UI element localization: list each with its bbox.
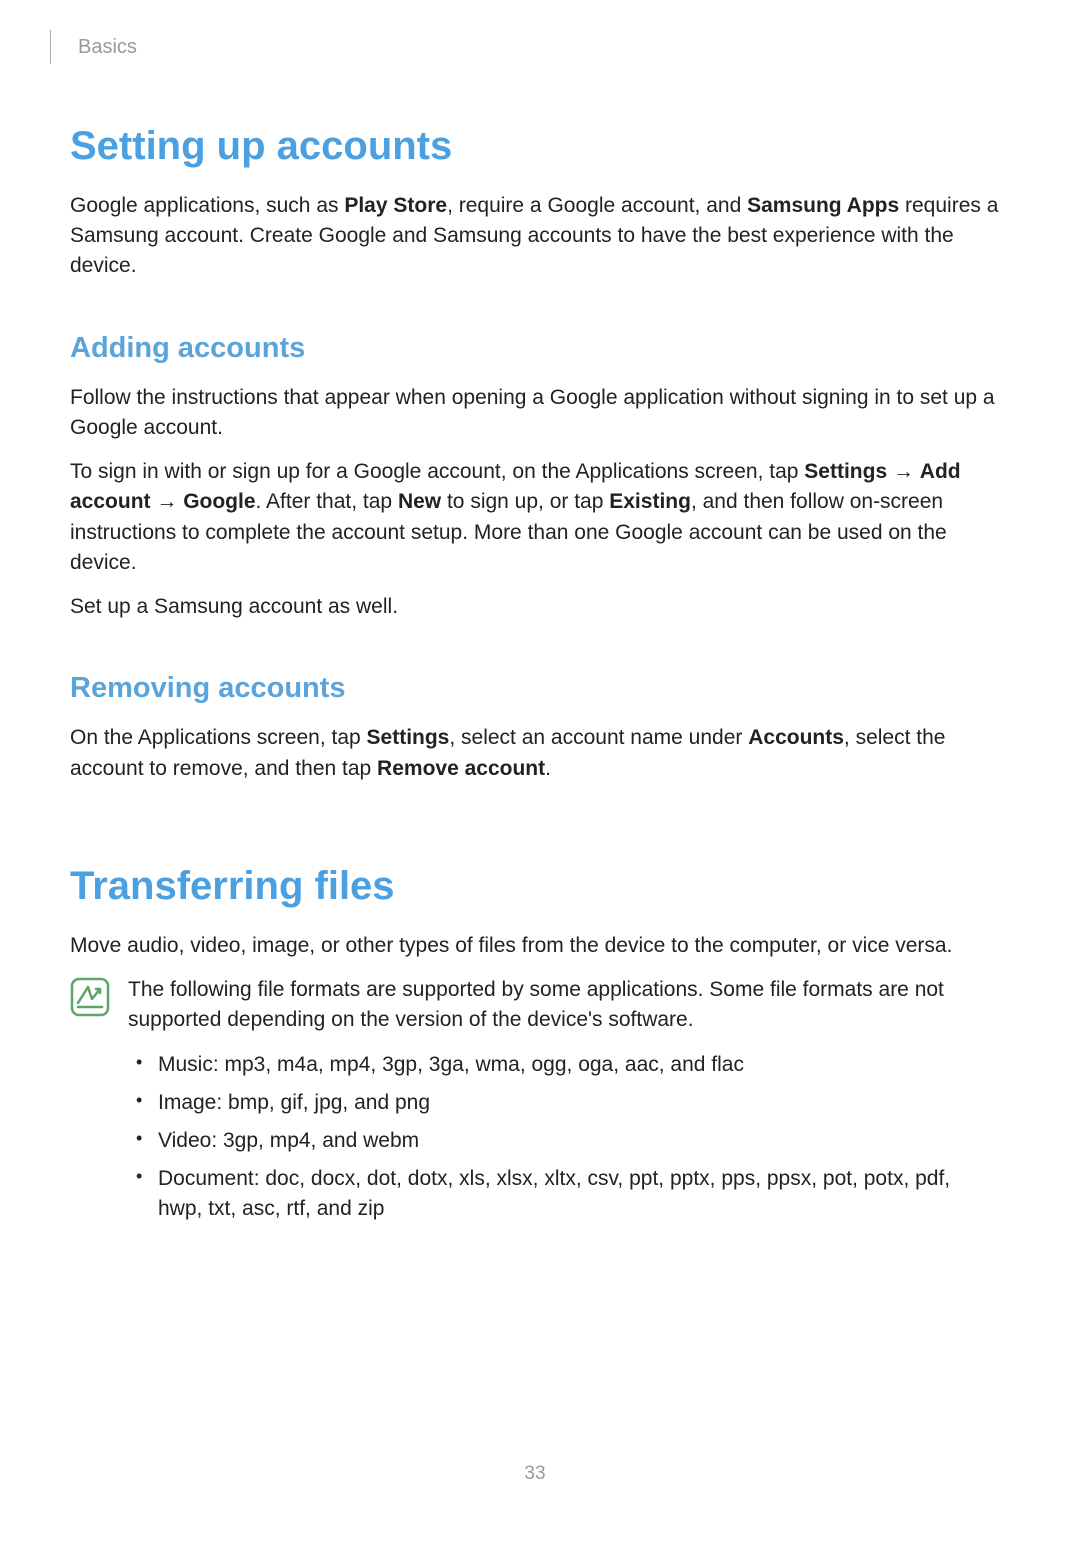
text: On the Applications screen, tap — [70, 726, 367, 749]
paragraph: Move audio, video, image, or other types… — [70, 931, 1000, 961]
paragraph: On the Applications screen, tap Settings… — [70, 723, 1000, 783]
bold-settings: Settings — [367, 726, 450, 749]
note-icon — [70, 977, 110, 1017]
note-block: The following file formats are supported… — [70, 975, 1000, 1233]
bold-new: New — [398, 490, 441, 513]
breadcrumb: Basics — [78, 36, 137, 59]
text: , select an account name under — [449, 726, 748, 749]
bold-google: Google — [183, 490, 255, 513]
subheading-removing-accounts: Removing accounts — [70, 672, 1000, 705]
bold-existing: Existing — [609, 490, 691, 513]
paragraph: Follow the instructions that appear when… — [70, 383, 1000, 443]
text: . — [545, 757, 551, 780]
note-text: The following file formats are supported… — [128, 975, 1000, 1035]
bold-samsung-apps: Samsung Apps — [747, 194, 899, 217]
arrow-icon: → — [887, 460, 920, 483]
header: Basics — [70, 30, 1000, 64]
section-title-transferring: Transferring files — [70, 864, 1000, 909]
list-item: Video: 3gp, mp4, and webm — [128, 1126, 1000, 1156]
section-title-accounts: Setting up accounts — [70, 124, 1000, 169]
bold-accounts: Accounts — [748, 726, 844, 749]
text: , require a Google account, and — [447, 194, 747, 217]
list-item: Music: mp3, m4a, mp4, 3gp, 3ga, wma, ogg… — [128, 1050, 1000, 1080]
bold-play-store: Play Store — [344, 194, 447, 217]
manual-page: Basics Setting up accounts Google applic… — [0, 0, 1080, 1545]
bold-remove-account: Remove account — [377, 757, 545, 780]
text: to sign up, or tap — [441, 490, 609, 513]
text: Google applications, such as — [70, 194, 344, 217]
page-number: 33 — [70, 1463, 1000, 1485]
list-item: Document: doc, docx, dot, dotx, xls, xls… — [128, 1164, 1000, 1224]
formats-list: Music: mp3, m4a, mp4, 3gp, 3ga, wma, ogg… — [128, 1050, 1000, 1225]
text: . After that, tap — [256, 490, 398, 513]
arrow-icon: → — [151, 490, 184, 513]
header-divider — [50, 30, 51, 64]
text: To sign in with or sign up for a Google … — [70, 460, 804, 483]
intro-paragraph: Google applications, such as Play Store,… — [70, 191, 1000, 282]
note-body: The following file formats are supported… — [128, 975, 1000, 1233]
bold-settings: Settings — [804, 460, 887, 483]
paragraph: Set up a Samsung account as well. — [70, 592, 1000, 622]
list-item: Image: bmp, gif, jpg, and png — [128, 1088, 1000, 1118]
paragraph: To sign in with or sign up for a Google … — [70, 457, 1000, 578]
subheading-adding-accounts: Adding accounts — [70, 332, 1000, 365]
